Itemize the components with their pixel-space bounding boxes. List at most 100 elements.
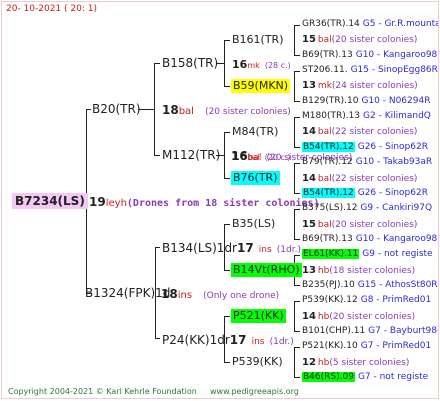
year-code: ins bbox=[251, 337, 265, 347]
connector bbox=[154, 155, 160, 156]
gen1-queen[interactable]: B20(TR) bbox=[92, 102, 141, 116]
connector bbox=[294, 301, 300, 302]
gen4-ancestor-info: G26 - Sinop62R bbox=[357, 188, 428, 198]
connector bbox=[224, 316, 230, 317]
gen4-ancestor-label: B46(RS).09 bbox=[302, 372, 355, 382]
year-code: bal bbox=[178, 106, 194, 117]
gen3-queen[interactable]: B76(TR) bbox=[231, 171, 280, 185]
gen4-ancestor-row[interactable]: GR36(TR).14 G5 - Gr.R.mounta bbox=[302, 18, 439, 31]
gen3-queen[interactable]: B14Vt(RHO) bbox=[231, 263, 302, 277]
gen4-ancestor-row[interactable]: B69(TR).13 G10 - Kangaroo98R bbox=[302, 233, 439, 246]
gen4-ancestor-row[interactable]: B69(TR).13 G10 - Kangaroo98R bbox=[302, 49, 439, 62]
year-num: 17 bbox=[229, 333, 247, 347]
connector bbox=[154, 63, 160, 64]
gen4-ancestor-info: G7 - not registe bbox=[357, 372, 429, 382]
gen2-queen[interactable]: P24(KK)1dr17 ins (1dr.) bbox=[162, 332, 294, 349]
gen4-ancestor-row[interactable]: B101(CHP).11 G7 - Bayburt98-3 bbox=[302, 325, 438, 338]
gen4-ancestor-info: G10 - Kangaroo98R bbox=[355, 50, 439, 60]
gen4-ancestor-label: B54(TR).12 bbox=[302, 142, 355, 152]
gen4-ancestor-info: G5 - Gr.R.mounta bbox=[362, 19, 439, 29]
drone-note: (20 sister colonies) bbox=[205, 107, 291, 117]
gen2-queen[interactable]: B158(TR) bbox=[162, 56, 218, 70]
gen4-ancestor-label: B69(TR).13 bbox=[302, 50, 353, 60]
gen2-queen[interactable]: B134(LS)1dr17 ins (1dr.) bbox=[162, 240, 301, 257]
gen4-ancestor-row[interactable]: B129(TR).10 G10 - N06294R bbox=[302, 95, 430, 108]
gen4-ancestor-info: G9 - Cankiri97Q bbox=[360, 203, 433, 213]
gen4-ancestor-row[interactable]: B235(PJ).10 G15 - AthosSt80R bbox=[302, 279, 438, 292]
gen4-mating-row: 15 bal(20 sister colonies) bbox=[302, 218, 417, 232]
year-code: mk bbox=[247, 61, 260, 70]
connector bbox=[155, 338, 160, 339]
gen1-mating: 18bal (20 sister colonies) bbox=[162, 102, 291, 119]
connector bbox=[294, 331, 300, 332]
connector bbox=[294, 25, 300, 26]
gen3-queen[interactable]: B161(TR) bbox=[232, 33, 284, 47]
drone-note: (20 sister colonies) bbox=[331, 35, 418, 45]
gen4-ancestor-row[interactable]: B46(RS).09 G7 - not registe bbox=[302, 371, 428, 384]
gen4-mating-row: 14 bal(22 sister colonies) bbox=[302, 125, 417, 139]
gen4-ancestor-row[interactable]: P539(KK).12 G8 - PrimRed01 bbox=[302, 294, 431, 307]
year-num: 14 bbox=[302, 173, 316, 184]
gen4-ancestor-info: G7 - PrimRed01 bbox=[360, 341, 432, 351]
connector bbox=[294, 55, 300, 56]
year-code: bal bbox=[317, 174, 332, 184]
connector bbox=[224, 178, 230, 179]
drone-note: (22 sister colonies) bbox=[331, 127, 418, 137]
year-num: 16 bbox=[232, 58, 248, 71]
root-queen[interactable]: B7234(LS) bbox=[12, 193, 88, 209]
gen4-ancestor-row[interactable]: P521(KK).10 G7 - PrimRed01 bbox=[302, 340, 431, 353]
gen4-mating-row: 13 hb(18 sister colonies) bbox=[302, 264, 415, 278]
connector bbox=[224, 362, 230, 363]
gen4-ancestor-label: GR36(TR).14 bbox=[302, 19, 360, 29]
gen4-ancestor-label: B69(TR).13 bbox=[302, 234, 353, 244]
gen4-ancestor-row[interactable]: EL61(KK).11 G9 - not registe bbox=[302, 248, 433, 261]
year-num: 16 bbox=[232, 150, 248, 163]
footer-copyright: Copyright 2004-2021 © Karl Kehrle Founda… bbox=[8, 387, 197, 396]
gen4-ancestor-row[interactable]: ST206.11. G15 - SinopEgg86R bbox=[302, 64, 438, 77]
gen4-ancestor-row[interactable]: B54(TR).12 G26 - Sinop62R bbox=[302, 187, 428, 200]
connector bbox=[294, 101, 300, 102]
gen4-ancestor-row[interactable]: B375(LS).12 G9 - Cankiri97Q bbox=[302, 202, 432, 215]
connector bbox=[224, 40, 225, 87]
gen3-queen[interactable]: P539(KK) bbox=[232, 355, 283, 369]
gen4-ancestor-info: G10 - Kangaroo98R bbox=[355, 234, 439, 244]
root-mating: 19leyh(Drones from 18 sister colonies) bbox=[89, 193, 320, 212]
connector bbox=[294, 117, 295, 147]
year-num: 17 bbox=[237, 241, 254, 255]
gen4-ancestor-info: G15 - AthosSt80R bbox=[357, 280, 438, 290]
footer-url[interactable]: www.pedigreeapis.org bbox=[210, 385, 299, 398]
gen4-ancestor-label: B235(PJ).10 bbox=[302, 280, 355, 290]
gen1-queen[interactable]: B1324(FPK)1d bbox=[85, 286, 170, 300]
year-code: hb bbox=[317, 266, 330, 276]
connector bbox=[224, 270, 230, 271]
drone-note: (24 sister colonies) bbox=[331, 81, 418, 91]
drone-note: (20 c.) bbox=[264, 153, 291, 162]
gen4-ancestor-row[interactable]: M180(TR).13 G2 - KilimandQ bbox=[302, 110, 431, 123]
year-code: hb bbox=[317, 358, 330, 368]
gen4-ancestor-label: P521(KK).10 bbox=[302, 341, 358, 351]
year-num: 13 bbox=[302, 80, 316, 91]
drone-note: (1dr.) bbox=[269, 337, 294, 347]
year-num: 15 bbox=[302, 34, 316, 45]
gen2-queen[interactable]: M112(TR) bbox=[162, 148, 220, 162]
gen3-queen[interactable]: B59(MKN) bbox=[231, 79, 291, 93]
gen4-ancestor-label: ST206.11. bbox=[302, 65, 348, 75]
gen4-mating-row: 13 mk(24 sister colonies) bbox=[302, 79, 418, 93]
year-num: 14 bbox=[302, 126, 316, 137]
gen4-ancestor-row[interactable]: B79(TR).12 G10 - Takab93aR bbox=[302, 156, 432, 169]
gen3-queen[interactable]: P521(KK) bbox=[231, 309, 286, 323]
pedigree-frame: 20- 10-2021 ( 20: 1) B7234(LS) 19leyh(Dr… bbox=[1, 1, 439, 399]
gen3-mating: 16mk (28 c.) bbox=[232, 56, 291, 73]
connector bbox=[294, 301, 295, 331]
year-code: ins bbox=[258, 245, 272, 255]
year-num: 12 bbox=[302, 357, 316, 368]
gen4-ancestor-label: B375(LS).12 bbox=[302, 203, 358, 213]
gen3-queen[interactable]: B35(LS) bbox=[232, 217, 275, 231]
gen3-queen[interactable]: M84(TR) bbox=[232, 125, 278, 139]
drone-note: (5 sister colonies) bbox=[329, 358, 410, 368]
gen4-ancestor-label: B79(TR).12 bbox=[302, 157, 353, 167]
gen4-ancestor-row[interactable]: B54(TR).12 G26 - Sinop62R bbox=[302, 141, 428, 154]
gen4-ancestor-info: G26 - Sinop62R bbox=[357, 142, 428, 152]
drone-note: (18 sister colonies) bbox=[329, 266, 416, 276]
connector bbox=[86, 109, 91, 110]
